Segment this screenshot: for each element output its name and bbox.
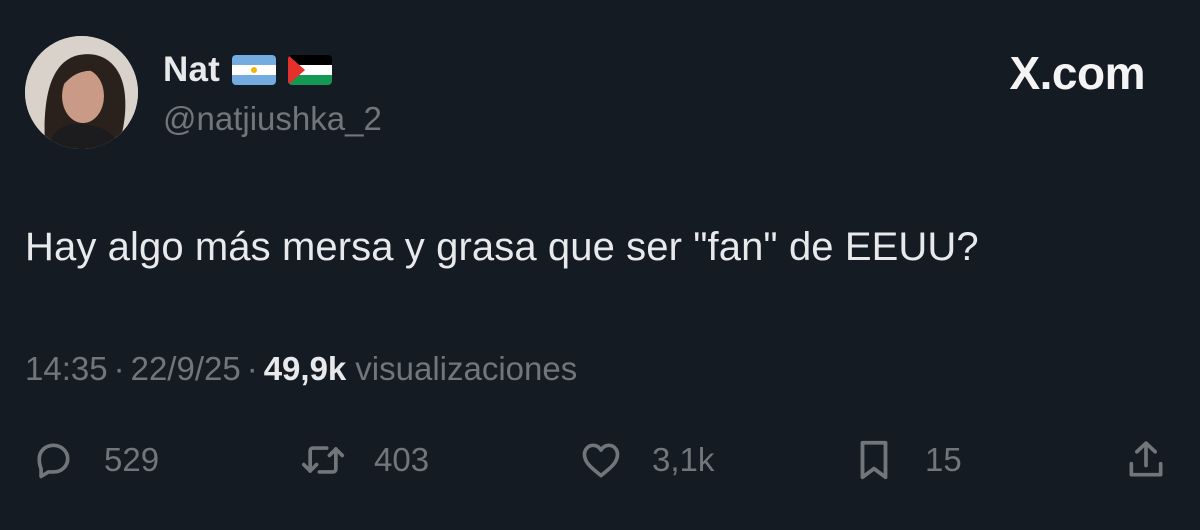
avatar[interactable] [25,36,138,149]
avatar-image [25,36,138,149]
heart-icon [573,432,629,488]
palestine-flag-icon [288,55,332,85]
meta-separator: · [113,350,125,387]
argentina-flag-icon [232,55,276,85]
tweet-time[interactable]: 14:35 [25,350,108,388]
reply-count: 529 [104,441,160,478]
retweet-icon [295,432,351,488]
meta-separator: · [246,350,258,387]
share-icon [1118,432,1174,488]
bookmark-button[interactable]: 15 [846,432,962,488]
tweet-card: Nat @natjiushka_2 X.com Hay algo más mer… [0,0,1200,530]
retweet-button[interactable]: 403 [295,432,429,488]
retweet-count: 403 [374,441,430,478]
display-name[interactable]: Nat [163,50,220,90]
views-label: visualizaciones [355,350,578,387]
like-count: 3,1k [652,441,715,478]
share-button[interactable] [1118,432,1174,488]
tweet-date[interactable]: 22/9/25 [131,350,241,388]
tweet-text: Hay algo más mersa y grasa que ser "fan"… [25,225,979,269]
user-handle[interactable]: @natjiushka_2 [163,100,382,138]
brand-watermark: X.com [1009,47,1145,99]
like-button[interactable]: 3,1k [573,432,714,488]
bookmark-icon [846,432,902,488]
reply-icon [25,432,81,488]
author-block: Nat [163,50,332,90]
bookmark-count: 15 [925,441,962,478]
views-count: 49,9k [263,350,347,387]
tweet-meta: 14:35 · 22/9/25 · 49,9k visualizaciones [25,350,577,388]
reply-button[interactable]: 529 [25,432,159,488]
name-row: Nat [163,50,332,90]
